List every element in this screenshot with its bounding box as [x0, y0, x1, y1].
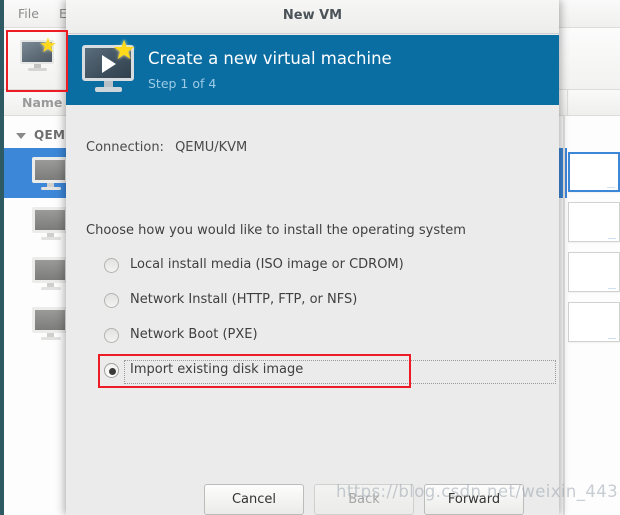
dialog-header-banner: ★ Create a new virtual machine Step 1 of…	[66, 35, 559, 105]
cpu-usage-graph	[568, 302, 620, 342]
cpu-usage-graph	[568, 152, 620, 192]
dialog-header-subtitle: Step 1 of 4	[148, 76, 217, 91]
cpu-usage-graph	[568, 252, 620, 292]
chevron-down-icon[interactable]	[16, 133, 26, 139]
graph-tick	[607, 187, 615, 188]
focus-ring	[124, 360, 556, 384]
star-badge-icon: ★	[112, 35, 137, 66]
connection-label: Connection:	[86, 140, 164, 155]
radio-label: Network Boot (PXE)	[130, 327, 258, 342]
column-separator	[567, 90, 568, 116]
connection-row: Connection: QEMU/KVM	[86, 140, 247, 155]
cpu-usage-graph	[568, 202, 620, 242]
monitor-star-icon: ★	[20, 35, 58, 72]
column-header-name: Name	[22, 95, 63, 110]
graph-tick	[608, 338, 616, 339]
forward-button[interactable]: Forward	[424, 484, 524, 515]
menu-file[interactable]: File	[18, 6, 39, 21]
back-button: Back	[314, 484, 414, 515]
dialog-button-bar: Cancel Back Forward	[66, 470, 559, 515]
install-method-prompt: Choose how you would like to install the…	[86, 223, 466, 238]
radio-knob[interactable]	[104, 363, 119, 378]
new-vm-dialog: New VM ★ Create a new virtual machine St…	[66, 0, 559, 515]
radio-knob[interactable]	[104, 328, 119, 343]
graph-tick	[608, 288, 616, 289]
radio-selected-dot	[109, 368, 116, 375]
cancel-button[interactable]: Cancel	[204, 484, 304, 515]
dialog-titlebar: New VM	[66, 0, 559, 34]
graph-tick	[608, 238, 616, 239]
radio-knob[interactable]	[104, 293, 119, 308]
radio-label: Network Install (HTTP, FTP, or NFS)	[130, 292, 358, 307]
star-badge-icon: ★	[39, 33, 57, 57]
dialog-header-title: Create a new virtual machine	[148, 49, 392, 68]
dialog-body: Connection: QEMU/KVM Choose how you woul…	[66, 105, 559, 470]
connection-value: QEMU/KVM	[175, 140, 248, 155]
radio-label: Local install media (ISO image or CDROM)	[130, 257, 404, 272]
monitor-play-star-icon: ★	[82, 37, 142, 99]
dialog-title: New VM	[282, 8, 343, 23]
radio-knob[interactable]	[104, 258, 119, 273]
new-vm-toolbar-button[interactable]: ★	[12, 32, 64, 82]
list-vertical-separator	[563, 116, 565, 515]
